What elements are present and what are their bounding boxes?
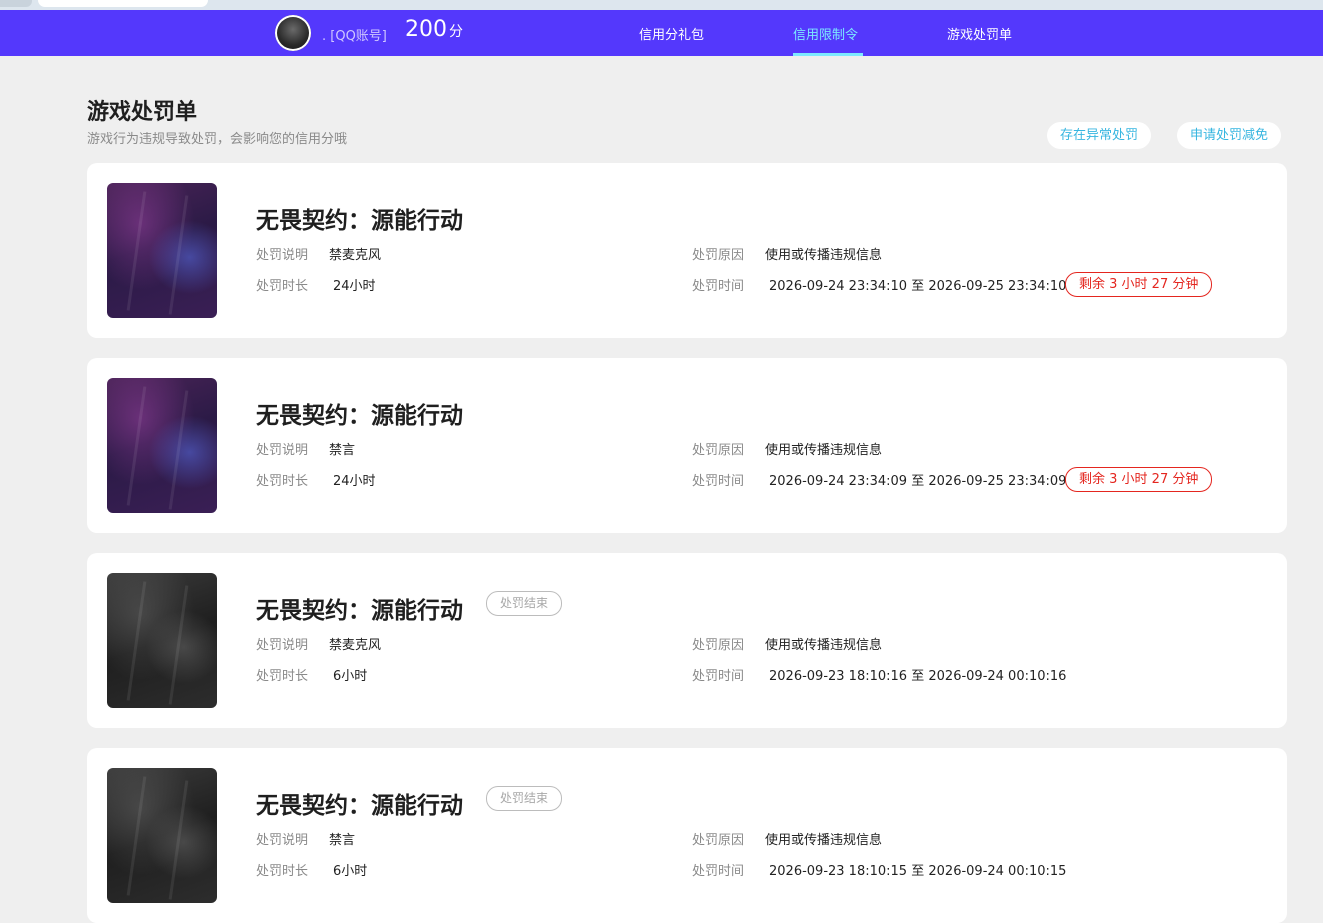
- time-separator: 至: [911, 864, 925, 879]
- avatar[interactable]: [275, 15, 311, 51]
- time-separator: 至: [911, 669, 925, 684]
- reason-label: 处罚原因: [692, 638, 745, 653]
- duration-label: 处罚时长: [256, 669, 309, 684]
- tab-game-penalty[interactable]: 游戏处罚单: [947, 24, 1012, 43]
- start-time: 2026-09-24 23:34:10: [769, 279, 908, 294]
- time-label: 处罚时间: [692, 279, 745, 294]
- penalty-card: 无畏契约：源能行动处罚说明 禁麦克风处罚时长 24小时 处罚原因 使用或传播违规信息处罚…: [87, 163, 1287, 338]
- reason-value: 使用或传播违规信息: [765, 638, 883, 653]
- duration-value: 24小时: [333, 279, 376, 294]
- game-cover-image: [107, 378, 217, 513]
- duration-value: 6小时: [333, 864, 368, 879]
- status-badge: 处罚结束: [486, 591, 563, 616]
- end-time: 2026-09-24 00:10:15: [928, 864, 1067, 879]
- credit-score: 200 分: [405, 17, 463, 42]
- game-cover-image: [107, 768, 217, 903]
- game-cover-image: [107, 573, 217, 708]
- end-time: 2026-09-25 23:34:09: [928, 474, 1067, 489]
- start-time: 2026-09-24 23:34:09: [769, 474, 908, 489]
- credit-score-value: 200: [405, 17, 447, 42]
- time-range: 2026-09-23 18:10:16 至 2026-09-24 00:10:1…: [769, 665, 1066, 684]
- active-tab-indicator: [793, 53, 863, 56]
- desc-label: 处罚说明: [256, 833, 309, 848]
- penalty-card: 无畏契约：源能行动 处罚结束处罚说明 禁言处罚时长 6小时 处罚原因 使用或传播违规信息处…: [87, 748, 1287, 923]
- end-time: 2026-09-24 00:10:16: [928, 669, 1067, 684]
- desc-value: 禁麦克风: [329, 638, 382, 653]
- desc-label: 处罚说明: [256, 248, 309, 263]
- desc-value: 禁麦克风: [329, 248, 382, 263]
- browser-tab[interactable]: [0, 0, 32, 7]
- start-time: 2026-09-23 18:10:16: [769, 669, 908, 684]
- game-cover-image: [107, 183, 217, 318]
- time-label: 处罚时间: [692, 669, 745, 684]
- game-title: 无畏契约：源能行动: [256, 403, 463, 429]
- reason-value: 使用或传播违规信息: [765, 443, 883, 458]
- time-separator: 至: [911, 279, 925, 294]
- browser-tab-active[interactable]: [38, 0, 208, 7]
- desc-label: 处罚说明: [256, 638, 309, 653]
- appeal-reduction-button[interactable]: 申请处罚减免: [1177, 122, 1282, 149]
- tab-credit-restriction[interactable]: 信用限制令: [793, 24, 858, 43]
- time-range: 2026-09-24 23:34:09 至 2026-09-25 23:34:0…: [769, 470, 1066, 489]
- duration-label: 处罚时长: [256, 279, 309, 294]
- reason-value: 使用或传播违规信息: [765, 833, 883, 848]
- penalty-card: 无畏契约：源能行动 处罚结束处罚说明 禁麦克风处罚时长 6小时 处罚原因 使用或传播违规信…: [87, 553, 1287, 728]
- page-title: 游戏处罚单: [87, 100, 198, 125]
- duration-label: 处罚时长: [256, 474, 309, 489]
- status-badge: 处罚结束: [486, 786, 563, 811]
- duration-label: 处罚时长: [256, 864, 309, 879]
- browser-tab-strip: [0, 0, 1323, 10]
- penalty-card: 无畏契约：源能行动处罚说明 禁言处罚时长 24小时 处罚原因 使用或传播违规信息处罚时间…: [87, 358, 1287, 533]
- abnormal-penalty-button[interactable]: 存在异常处罚: [1047, 122, 1152, 149]
- time-separator: 至: [911, 474, 925, 489]
- reason-value: 使用或传播违规信息: [765, 248, 883, 263]
- reason-label: 处罚原因: [692, 248, 745, 263]
- desc-value: 禁言: [329, 833, 356, 848]
- game-title: 无畏契约：源能行动: [256, 793, 463, 819]
- desc-label: 处罚说明: [256, 443, 309, 458]
- credit-score-unit: 分: [449, 24, 463, 40]
- duration-value: 6小时: [333, 669, 368, 684]
- desc-value: 禁言: [329, 443, 356, 458]
- remaining-time-badge: 剩余 3 小时 27 分钟: [1065, 467, 1213, 492]
- duration-value: 24小时: [333, 474, 376, 489]
- time-range: 2026-09-24 23:34:10 至 2026-09-25 23:34:1…: [769, 275, 1066, 294]
- end-time: 2026-09-25 23:34:10: [928, 279, 1067, 294]
- reason-label: 处罚原因: [692, 443, 745, 458]
- start-time: 2026-09-23 18:10:15: [769, 864, 908, 879]
- game-title: 无畏契约：源能行动: [256, 598, 463, 624]
- page-subtitle: 游戏行为违规导致处罚，会影响您的信用分哦: [87, 132, 348, 147]
- remaining-time-badge: 剩余 3 小时 27 分钟: [1065, 272, 1213, 297]
- game-title: 无畏契约：源能行动: [256, 208, 463, 234]
- username: . [QQ账号]: [322, 29, 387, 44]
- time-label: 处罚时间: [692, 864, 745, 879]
- tab-credit-gift[interactable]: 信用分礼包: [639, 24, 704, 43]
- time-label: 处罚时间: [692, 474, 745, 489]
- time-range: 2026-09-23 18:10:15 至 2026-09-24 00:10:1…: [769, 860, 1066, 879]
- top-nav-bar: . [QQ账号] 200 分 信用分礼包 信用限制令 游戏处罚单: [0, 10, 1323, 56]
- reason-label: 处罚原因: [692, 833, 745, 848]
